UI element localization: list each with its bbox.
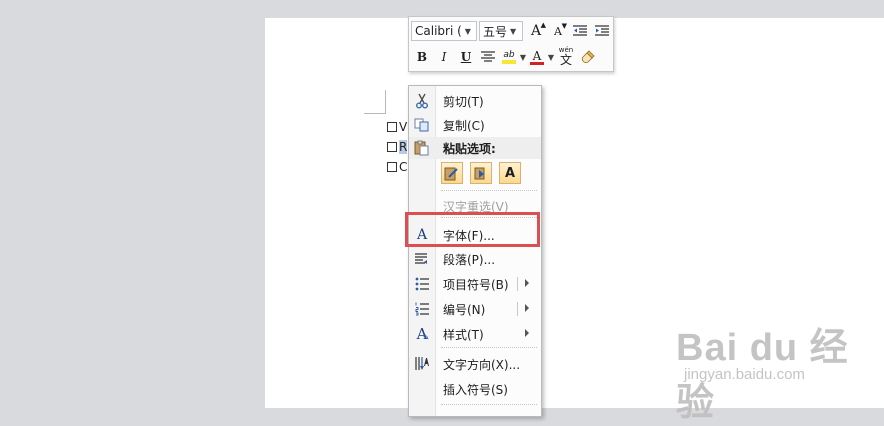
document-line[interactable]: R xyxy=(387,140,408,154)
shrink-font-icon: A ▼ xyxy=(554,21,567,38)
watermark: Bai du 经验 jingyan.baidu.com xyxy=(676,306,876,424)
menu-item-insert-symbol[interactable]: 插入符号(S) xyxy=(409,378,541,400)
context-menu: 剪切(T) 复制(C) 粘贴选项: A 汉字重选(V) A 字体(F)... 段… xyxy=(408,85,542,417)
bold-icon: B xyxy=(416,50,428,64)
font-name-combo[interactable]: Calibri ( ▼ xyxy=(411,21,477,41)
grow-font-button[interactable]: A ▲ xyxy=(525,20,547,42)
highlight-button[interactable]: ab xyxy=(499,46,519,68)
menu-item-label: 粘贴选项: xyxy=(443,141,496,156)
paste-merge-formatting-button[interactable] xyxy=(470,162,492,184)
menu-item-label: 复制(C) xyxy=(443,118,485,133)
menu-item-label: 段落(P)... xyxy=(443,252,496,267)
document-text: C xyxy=(399,160,408,174)
scissors-icon xyxy=(409,90,435,112)
menu-item-label: 文字方向(X)... xyxy=(443,357,521,372)
paste-text-only-button[interactable]: A xyxy=(499,162,521,184)
menu-item-label: 项目符号(B) xyxy=(443,277,509,292)
chevron-down-icon: ▼ xyxy=(510,26,517,36)
increase-indent-button[interactable] xyxy=(591,20,613,42)
paste-keep-formatting-icon xyxy=(444,167,458,181)
menu-item-numbering[interactable]: 编号(N) xyxy=(409,298,541,320)
menu-item-bullets[interactable]: 项目符号(B) xyxy=(409,273,541,295)
grow-font-icon: A ▲ xyxy=(530,21,547,39)
font-size-value: 五号 xyxy=(483,24,508,39)
center-align-icon xyxy=(481,51,495,62)
bold-button[interactable]: B xyxy=(411,46,433,68)
submenu-divider xyxy=(517,302,518,316)
underline-icon: U xyxy=(460,50,472,64)
document-line[interactable]: C xyxy=(387,160,407,174)
font-color-button[interactable]: A xyxy=(527,46,547,68)
paste-keep-formatting-button[interactable] xyxy=(441,162,463,184)
margin-corner-mark xyxy=(385,90,386,114)
menu-separator xyxy=(441,347,537,348)
paste-icon xyxy=(409,137,435,159)
annotation-highlight-box xyxy=(405,212,540,247)
menu-item-copy[interactable]: 复制(C) xyxy=(409,114,541,136)
paragraph-icon xyxy=(409,248,435,270)
bullet-list-icon xyxy=(409,273,435,295)
decrease-indent-icon xyxy=(573,25,587,36)
font-color-bar xyxy=(530,61,544,65)
submenu-arrow-icon[interactable] xyxy=(525,279,529,287)
submenu-arrow-icon[interactable] xyxy=(525,304,529,312)
menu-item-label: 样式(T) xyxy=(443,327,484,342)
selected-text: R xyxy=(399,140,408,154)
paste-options-header: 粘贴选项: xyxy=(409,137,541,159)
styles-icon: A ✎ xyxy=(416,325,430,343)
font-size-combo[interactable]: 五号 ▼ xyxy=(479,21,523,41)
watermark-url: jingyan.baidu.com xyxy=(684,366,805,383)
menu-item-cut[interactable]: 剪切(T) xyxy=(409,90,541,112)
checkbox-symbol xyxy=(387,162,397,172)
margin-corner-mark-horizontal xyxy=(364,113,386,114)
menu-item-paragraph[interactable]: 段落(P)... xyxy=(409,248,541,270)
document-text: V xyxy=(399,120,408,134)
italic-icon: I xyxy=(441,50,447,64)
checkbox-symbol xyxy=(387,122,397,132)
chevron-down-icon: ▼ xyxy=(464,26,471,36)
menu-separator xyxy=(441,190,537,191)
menu-item-label: 编号(N) xyxy=(443,302,486,317)
italic-button[interactable]: I xyxy=(433,46,455,68)
paste-merge-formatting-icon xyxy=(474,167,485,180)
highlight-icon: ab xyxy=(503,50,515,60)
menu-item-text-direction[interactable]: 文字方向(X)... xyxy=(409,353,541,375)
chevron-down-icon[interactable]: ▼ xyxy=(547,53,555,62)
phonetic-guide-icon: 文 xyxy=(559,53,572,67)
checkbox-symbol xyxy=(387,142,397,152)
submenu-arrow-icon[interactable] xyxy=(525,329,529,337)
chevron-down-icon[interactable]: ▼ xyxy=(519,53,527,62)
menu-item-styles[interactable]: A ✎ 样式(T) xyxy=(409,323,541,345)
underline-button[interactable]: U xyxy=(455,46,477,68)
format-painter-icon xyxy=(581,50,595,64)
mini-toolbar: Calibri ( ▼ 五号 ▼ A ▲ A ▼ B I U ab ▼ A ▼ … xyxy=(408,16,614,72)
format-painter-button[interactable] xyxy=(577,46,599,68)
highlight-color-bar xyxy=(502,60,516,64)
document-line[interactable]: V xyxy=(387,120,407,134)
numbered-list-icon xyxy=(409,298,435,320)
increase-indent-icon xyxy=(595,25,609,36)
shrink-font-button[interactable]: A ▼ xyxy=(547,20,569,42)
menu-separator xyxy=(441,404,537,405)
paste-text-only-icon: A xyxy=(504,165,516,181)
copy-icon xyxy=(409,114,435,136)
menu-item-label: 插入符号(S) xyxy=(443,382,508,397)
font-name-value: Calibri ( xyxy=(415,24,462,38)
submenu-divider xyxy=(517,277,518,291)
decrease-indent-button[interactable] xyxy=(569,20,591,42)
text-direction-icon xyxy=(409,353,435,375)
font-color-icon: A xyxy=(532,48,542,63)
center-align-button[interactable] xyxy=(477,46,499,68)
phonetic-guide-button[interactable]: wén 文 xyxy=(555,46,577,68)
menu-item-label: 剪切(T) xyxy=(443,94,484,109)
